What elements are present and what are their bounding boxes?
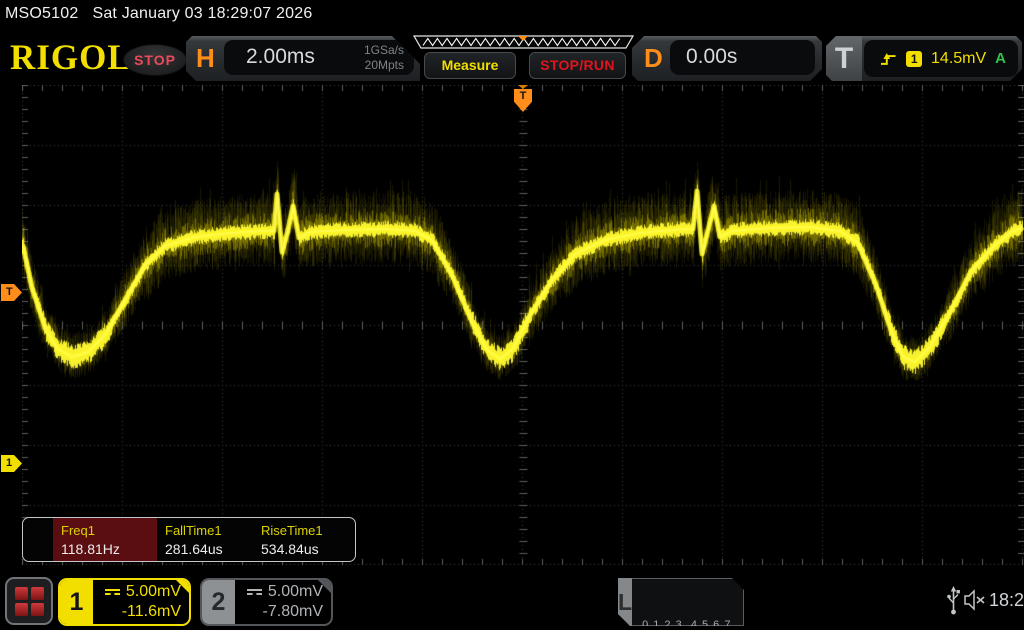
logic-channels-badge[interactable]: L 0 1 2 3 4 5 6 7 8 9 1011 12131415 [618,578,744,626]
measurement-item-freq[interactable]: Freq1 118.81Hz [53,518,157,561]
stop-run-button[interactable]: STOP/RUN [529,52,626,79]
waveform-canvas[interactable] [22,85,1024,565]
channel2-badge[interactable]: 2 5.00mV -7.80mV [200,578,333,626]
delay-value: 0.00s [686,45,737,69]
measurement-value: 281.64us [165,541,253,557]
sample-rate: 1GSa/s [364,43,404,58]
rising-edge-icon [880,50,897,68]
trigger-position-caret [518,85,528,89]
trigger-level-marker[interactable]: T [1,284,22,301]
trigger-panel[interactable]: T 1 14.5mV A [826,36,1022,81]
memory-depth: 20Mpts [364,58,404,73]
trigger-label: T [826,36,862,81]
channel1-number: 1 [60,580,93,624]
trigger-sweep-mode: A [995,50,1018,67]
timebase-box: 2.00ms 1GSa/s 20Mpts [224,40,414,75]
acquisition-info: 1GSa/s 20Mpts [364,43,404,73]
badge-fold-corner [318,580,331,593]
channel1-scale: 5.00mV [126,582,181,602]
measurement-panel: Freq1 118.81Hz FallTime1 281.64us RiseTi… [22,517,356,562]
measurement-label: FallTime1 [165,523,253,538]
run-state-badge: STOP [123,44,187,76]
grid-menu-icon[interactable] [5,577,53,625]
channel1-offset-marker[interactable]: 1 [1,455,22,472]
speaker-muted-icon [963,589,988,611]
clock: 18:28 [989,590,1024,611]
badge-fold-corner [176,580,189,593]
delay-label: D [644,43,663,74]
channel2-offset: -7.80mV [263,602,323,622]
device-model: MSO5102 [5,5,78,22]
dc-coupling-icon [105,589,120,595]
logic-row-1: 0 1 2 3 4 5 6 7 [642,617,753,630]
datetime: Sat January 03 18:29:07 2026 [92,5,312,22]
measure-button[interactable]: Measure [424,52,516,79]
channel1-badge[interactable]: 1 5.00mV -11.6mV [58,578,191,626]
channel1-offset: -11.6mV [122,602,181,622]
waveform-overview-bar[interactable] [413,35,634,49]
channel2-scale: 5.00mV [268,582,323,602]
measurement-value: 534.84us [261,541,355,557]
trigger-box: 1 14.5mV A [864,40,1018,77]
measurement-item-risetime[interactable]: RiseTime1 534.84us [253,518,355,561]
horizontal-label: H [196,43,215,74]
channel2-number: 2 [202,580,235,624]
trigger-level: 14.5mV [931,50,986,68]
logic-label: L [618,578,632,626]
delay-panel[interactable]: D 0.00s [632,36,822,81]
measurement-item-falltime[interactable]: FallTime1 281.64us [157,518,253,561]
delay-box: 0.00s [670,40,815,75]
rigol-logo: RIGOL [10,38,132,79]
timebase-value: 2.00ms [246,45,315,69]
titlebar: MSO5102 Sat January 03 18:29:07 2026 [5,5,312,23]
oscilloscope-screen: MSO5102 Sat January 03 18:29:07 2026 RIGO… [0,0,1024,630]
measurement-value: 118.81Hz [61,541,157,557]
measurement-label: Freq1 [61,523,157,538]
dc-coupling-icon [247,589,262,595]
horizontal-panel[interactable]: H 2.00ms 1GSa/s 20Mpts [186,36,420,81]
usb-icon [946,586,961,616]
measurement-label: RiseTime1 [261,523,355,538]
trigger-source-badge: 1 [906,51,922,67]
